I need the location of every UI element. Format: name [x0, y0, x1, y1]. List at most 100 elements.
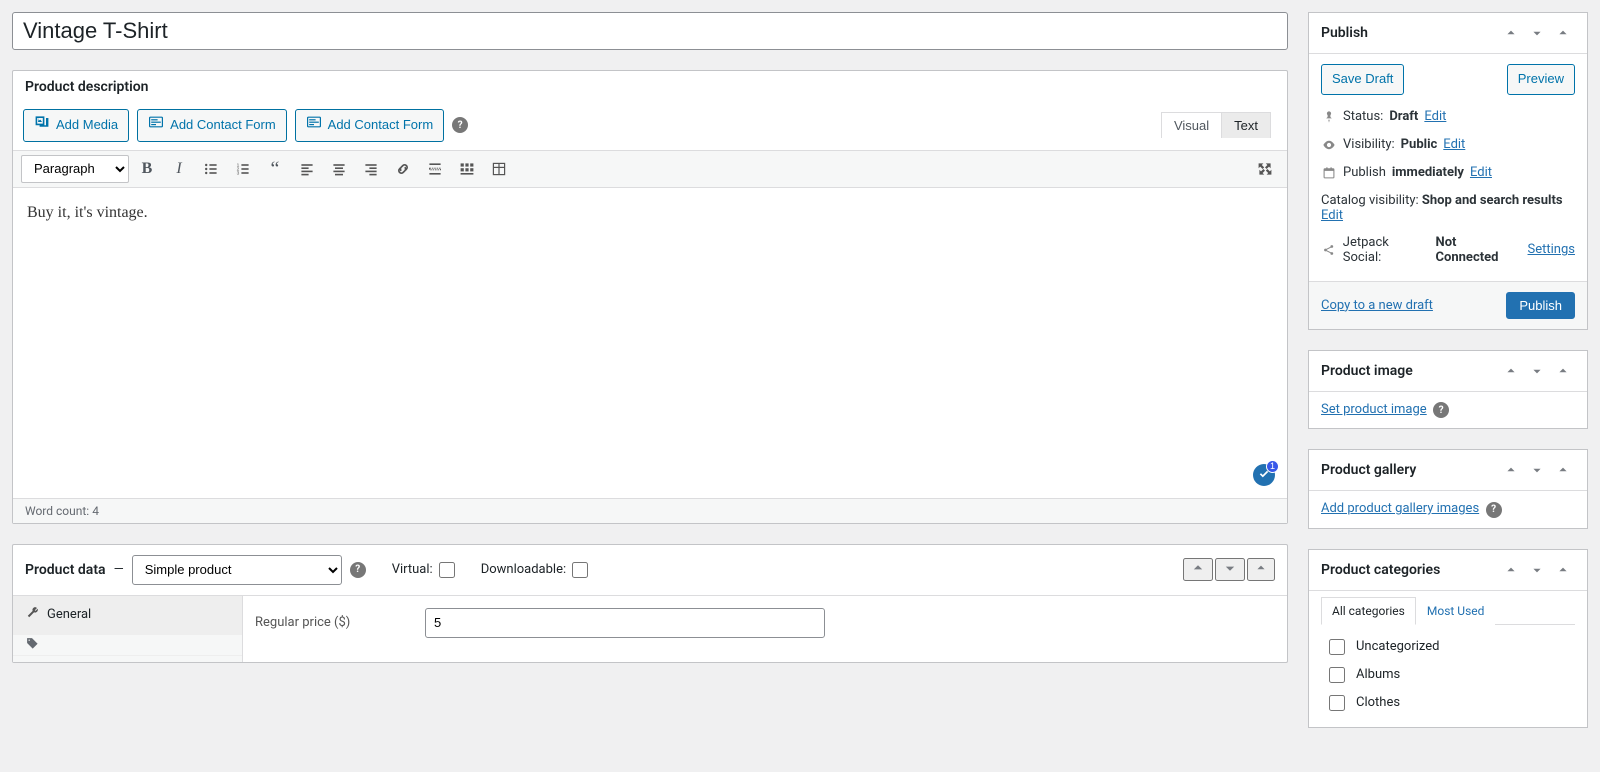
virtual-label: Virtual:	[392, 562, 455, 578]
categories-heading: Product categories	[1321, 562, 1440, 578]
word-count-value: 4	[92, 504, 99, 518]
product-title-input[interactable]	[12, 12, 1288, 50]
add-gallery-images-link[interactable]: Add product gallery images	[1321, 501, 1479, 516]
pd-dash: —	[114, 562, 124, 577]
calendar-icon	[1321, 165, 1337, 181]
category-item[interactable]: Clothes	[1325, 689, 1571, 717]
status-value: Draft	[1389, 109, 1418, 124]
description-heading: Product description	[25, 79, 148, 95]
help-icon[interactable]: ?	[1486, 502, 1502, 518]
visibility-label: Visibility:	[1343, 137, 1395, 152]
align-right-button[interactable]	[357, 155, 385, 183]
ol-button[interactable]: 123	[229, 155, 257, 183]
eye-icon	[1321, 137, 1337, 153]
pd-tab-next[interactable]	[13, 635, 242, 656]
editor-content[interactable]: Buy it, it's vintage. 1	[13, 188, 1287, 498]
visibility-value: Public	[1401, 137, 1438, 152]
set-product-image-link[interactable]: Set product image	[1321, 402, 1427, 417]
move-down-button[interactable]	[1525, 21, 1549, 45]
align-center-button[interactable]	[325, 155, 353, 183]
add-contact-form-label-2: Add Contact Form	[328, 115, 434, 136]
add-contact-form-button-2[interactable]: Add Contact Form	[295, 109, 445, 142]
italic-button[interactable]: I	[165, 155, 193, 183]
toggle-button[interactable]	[1551, 558, 1575, 582]
preview-button[interactable]: Preview	[1507, 64, 1575, 95]
publish-date-value: immediately	[1392, 165, 1464, 180]
category-label: Albums	[1356, 667, 1400, 682]
add-contact-form-button-1[interactable]: Add Contact Form	[137, 109, 287, 142]
add-media-button[interactable]: Add Media	[23, 109, 129, 142]
move-down-button[interactable]	[1215, 558, 1245, 581]
move-down-button[interactable]	[1525, 558, 1549, 582]
category-checkbox[interactable]	[1329, 639, 1345, 655]
tab-visual[interactable]: Visual	[1161, 112, 1221, 138]
check-badge-icon[interactable]: 1	[1253, 464, 1275, 486]
word-count-label: Word count:	[25, 504, 92, 518]
ul-button[interactable]	[197, 155, 225, 183]
product-type-select[interactable]: Simple product	[132, 555, 342, 585]
editor-text: Buy it, it's vintage.	[27, 204, 148, 221]
category-item[interactable]: Uncategorized	[1325, 633, 1571, 661]
media-icon	[34, 114, 50, 137]
fullscreen-button[interactable]	[1251, 155, 1279, 183]
toggle-button[interactable]	[1551, 359, 1575, 383]
toggle-button[interactable]	[1247, 558, 1275, 581]
form-icon	[306, 114, 322, 137]
badge-count: 1	[1266, 460, 1279, 473]
edit-status-link[interactable]: Edit	[1424, 109, 1446, 124]
product-image-heading: Product image	[1321, 363, 1413, 379]
help-icon[interactable]: ?	[350, 562, 366, 578]
toggle-button[interactable]	[1551, 21, 1575, 45]
share-icon	[1321, 242, 1337, 258]
quote-button[interactable]: “	[261, 155, 289, 183]
toolbar-toggle-button[interactable]	[453, 155, 481, 183]
edit-catalog-link[interactable]: Edit	[1321, 208, 1343, 223]
jetpack-label: Jetpack Social:	[1343, 235, 1430, 265]
regular-price-input[interactable]	[425, 608, 825, 638]
status-label: Status:	[1343, 109, 1383, 124]
add-media-label: Add Media	[56, 115, 118, 136]
category-checkbox[interactable]	[1329, 667, 1345, 683]
save-draft-button[interactable]: Save Draft	[1321, 64, 1404, 95]
edit-date-link[interactable]: Edit	[1470, 165, 1492, 180]
move-down-button[interactable]	[1525, 458, 1549, 482]
move-up-button[interactable]	[1499, 359, 1523, 383]
pd-tab-general[interactable]: General	[13, 596, 242, 635]
help-icon[interactable]: ?	[452, 117, 468, 133]
virtual-checkbox[interactable]	[439, 562, 455, 578]
downloadable-label: Downloadable:	[481, 562, 588, 578]
jetpack-value: Not Connected	[1436, 235, 1522, 265]
wrench-icon	[25, 606, 39, 624]
link-button[interactable]	[389, 155, 417, 183]
form-icon	[148, 114, 164, 137]
publish-button[interactable]: Publish	[1506, 292, 1575, 319]
move-up-button[interactable]	[1183, 558, 1213, 581]
category-label: Clothes	[1356, 695, 1400, 710]
toggle-button[interactable]	[1551, 458, 1575, 482]
tab-text[interactable]: Text	[1221, 112, 1271, 138]
bold-button[interactable]: B	[133, 155, 161, 183]
downloadable-checkbox[interactable]	[572, 562, 588, 578]
publish-heading: Publish	[1321, 25, 1368, 41]
add-contact-form-label-1: Add Contact Form	[170, 115, 276, 136]
table-button[interactable]	[485, 155, 513, 183]
cat-tab-most[interactable]: Most Used	[1416, 597, 1496, 625]
category-item[interactable]: Albums	[1325, 661, 1571, 689]
regular-price-label: Regular price ($)	[255, 615, 405, 630]
readmore-button[interactable]	[421, 155, 449, 183]
move-up-button[interactable]	[1499, 558, 1523, 582]
category-checkbox[interactable]	[1329, 695, 1345, 711]
format-select[interactable]: Paragraph	[21, 155, 129, 183]
move-up-button[interactable]	[1499, 21, 1523, 45]
edit-visibility-link[interactable]: Edit	[1443, 137, 1465, 152]
svg-text:3: 3	[237, 170, 240, 176]
move-up-button[interactable]	[1499, 458, 1523, 482]
jetpack-settings-link[interactable]: Settings	[1528, 242, 1575, 257]
cat-tab-all[interactable]: All categories	[1321, 597, 1416, 625]
align-left-button[interactable]	[293, 155, 321, 183]
move-down-button[interactable]	[1525, 359, 1549, 383]
copy-draft-link[interactable]: Copy to a new draft	[1321, 298, 1433, 313]
help-icon[interactable]: ?	[1433, 402, 1449, 418]
tag-icon	[25, 636, 39, 654]
pin-icon	[1321, 109, 1337, 125]
